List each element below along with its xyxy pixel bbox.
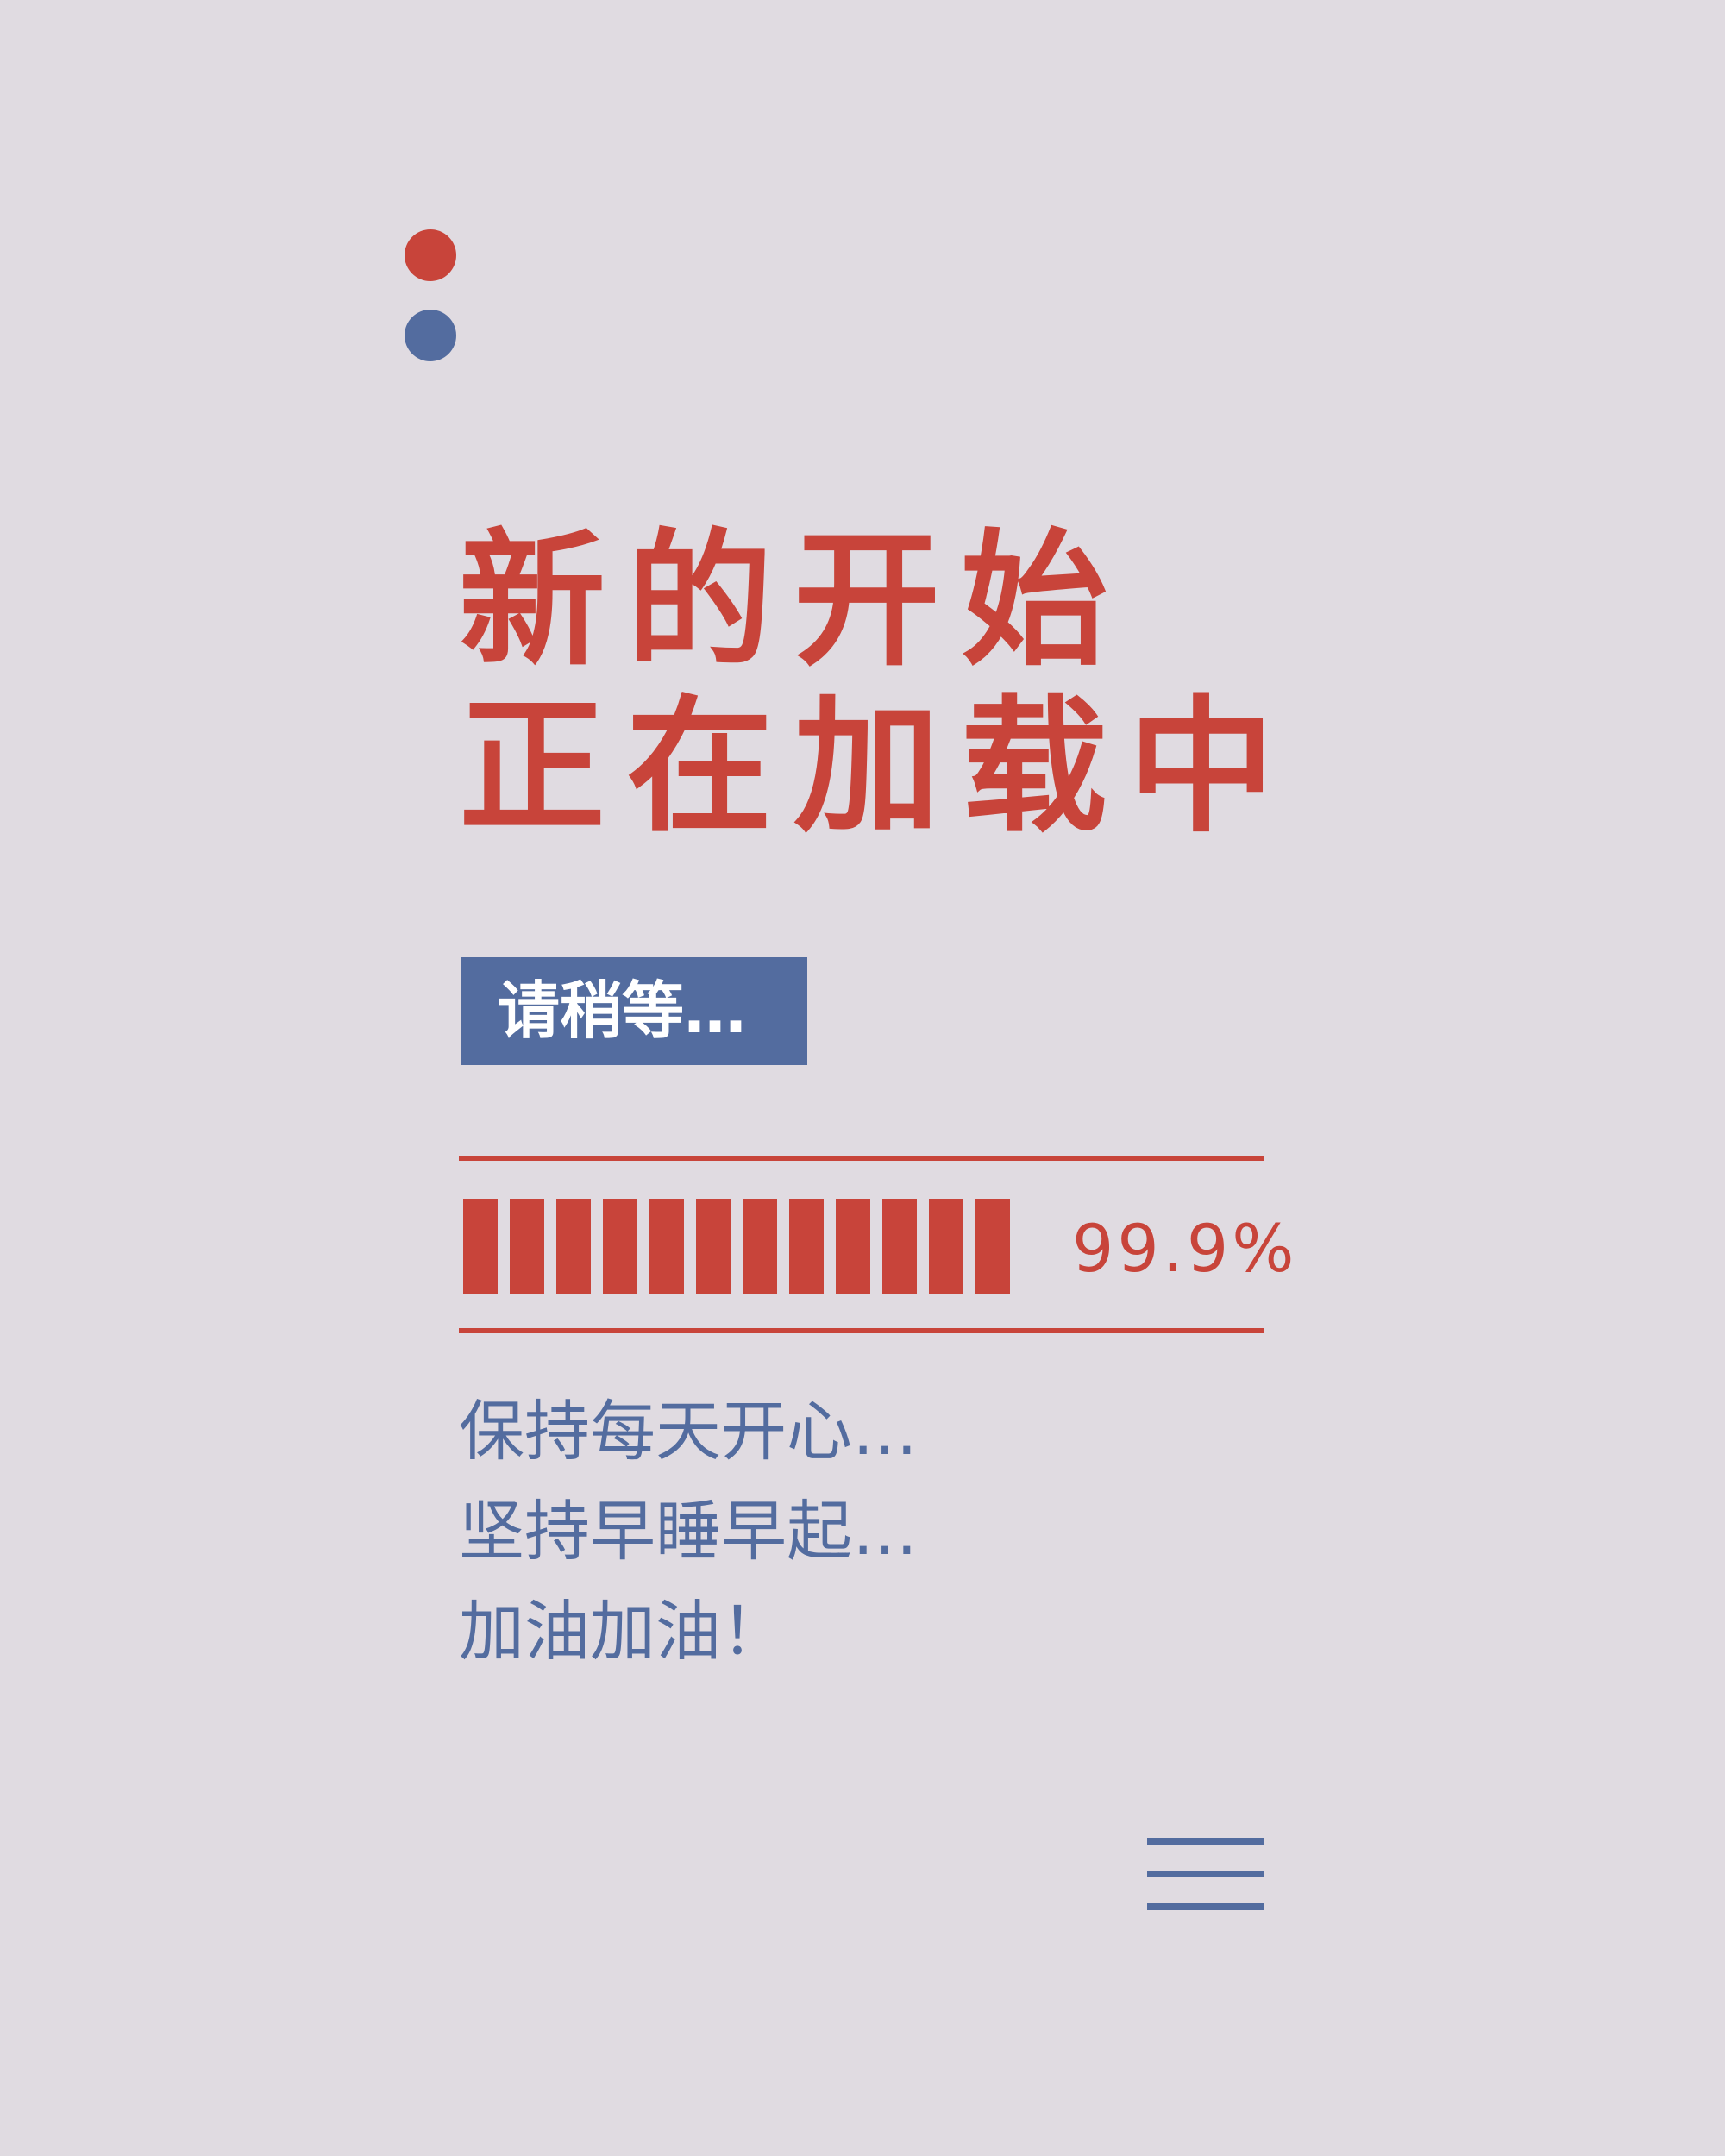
menu-icon-bar [1147,1871,1264,1877]
progress-segment [696,1199,731,1294]
progress-segment [510,1199,544,1294]
progress-bottom-divider [459,1328,1264,1333]
progress-segment [556,1199,591,1294]
loading-progress-bar [463,1199,1010,1294]
menu-icon[interactable] [1147,1835,1264,1913]
progress-segment [882,1199,917,1294]
red-dot-icon [405,229,456,281]
progress-segment [743,1199,777,1294]
blue-dot-icon [405,310,456,361]
progress-segment [789,1199,824,1294]
progress-segment [975,1199,1010,1294]
please-wait-badge: 请稍等… [461,957,807,1065]
headline-line-2: 正在加载中 [459,682,1296,853]
menu-icon-bar [1147,1903,1264,1910]
progress-segment [649,1199,684,1294]
progress-segment [929,1199,963,1294]
progress-segment [836,1199,870,1294]
progress-segment [603,1199,637,1294]
progress-percent: 99.9% [1072,1210,1298,1287]
message-line-3: 加油加油！ [459,1593,787,1670]
menu-icon-bar [1147,1838,1264,1845]
progress-segment [463,1199,498,1294]
progress-top-divider [459,1156,1264,1161]
headline-line-1: 新的开始 [459,516,1129,686]
message-line-1: 保持每天开心… [459,1393,918,1470]
message-line-2: 坚持早睡早起… [459,1493,918,1570]
